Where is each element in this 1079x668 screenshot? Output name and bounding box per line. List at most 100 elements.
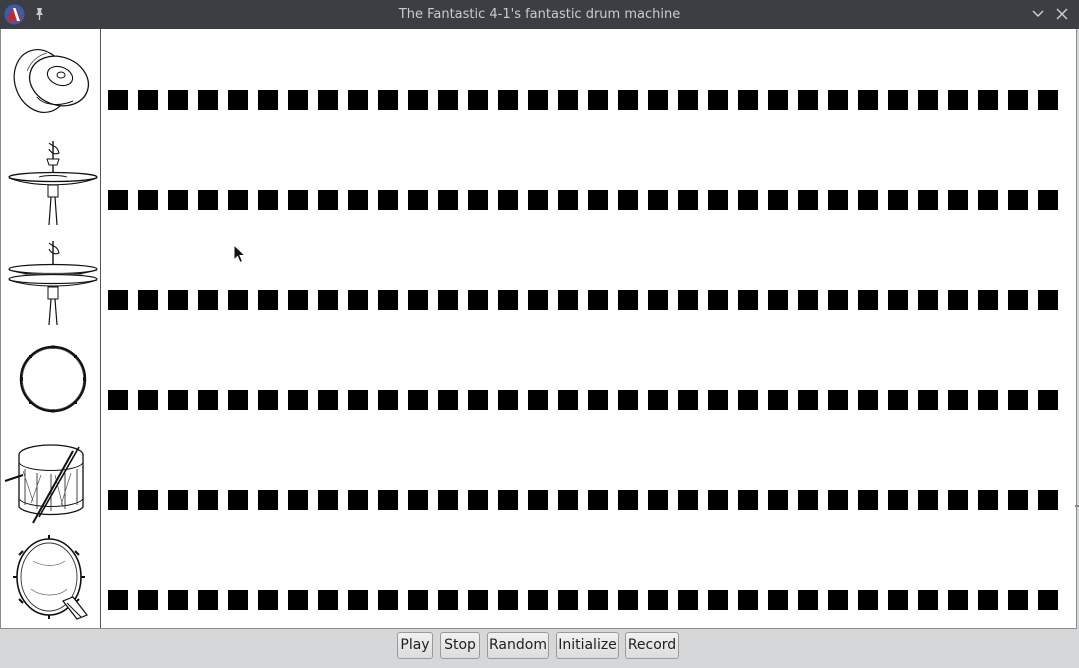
step-cell[interactable] (588, 490, 608, 510)
step-cell[interactable] (438, 90, 458, 110)
step-cell[interactable] (918, 590, 938, 610)
step-cell[interactable] (288, 590, 308, 610)
step-cell[interactable] (948, 490, 968, 510)
step-cell[interactable] (588, 390, 608, 410)
step-cell[interactable] (588, 290, 608, 310)
step-cell[interactable] (738, 90, 758, 110)
step-cell[interactable] (888, 490, 908, 510)
step-cell[interactable] (948, 290, 968, 310)
step-cell[interactable] (618, 590, 638, 610)
step-cell[interactable] (438, 490, 458, 510)
step-cell[interactable] (108, 190, 128, 210)
step-cell[interactable] (228, 290, 248, 310)
step-cell[interactable] (978, 90, 998, 110)
random-button[interactable]: Random (487, 632, 549, 659)
step-cell[interactable] (1038, 390, 1058, 410)
step-cell[interactable] (348, 190, 368, 210)
step-cell[interactable] (588, 90, 608, 110)
step-cell[interactable] (618, 490, 638, 510)
step-cell[interactable] (798, 590, 818, 610)
step-cell[interactable] (318, 290, 338, 310)
step-cell[interactable] (168, 390, 188, 410)
step-cell[interactable] (618, 290, 638, 310)
step-cell[interactable] (108, 390, 128, 410)
step-cell[interactable] (348, 490, 368, 510)
step-cell[interactable] (318, 90, 338, 110)
step-cell[interactable] (528, 190, 548, 210)
step-cell[interactable] (108, 290, 128, 310)
step-cell[interactable] (588, 190, 608, 210)
step-cell[interactable] (858, 390, 878, 410)
step-cell[interactable] (318, 490, 338, 510)
step-cell[interactable] (408, 490, 428, 510)
step-cell[interactable] (288, 290, 308, 310)
step-cell[interactable] (228, 390, 248, 410)
step-cell[interactable] (1008, 590, 1028, 610)
step-cell[interactable] (138, 290, 158, 310)
step-cell[interactable] (978, 190, 998, 210)
step-cell[interactable] (768, 290, 788, 310)
step-cell[interactable] (858, 190, 878, 210)
step-cell[interactable] (768, 390, 788, 410)
step-cell[interactable] (168, 290, 188, 310)
step-cell[interactable] (408, 90, 428, 110)
step-cell[interactable] (1038, 190, 1058, 210)
step-cell[interactable] (258, 590, 278, 610)
step-cell[interactable] (438, 290, 458, 310)
step-cell[interactable] (768, 490, 788, 510)
step-cell[interactable] (558, 590, 578, 610)
step-cell[interactable] (588, 590, 608, 610)
play-button[interactable]: Play (397, 632, 433, 659)
step-cell[interactable] (138, 490, 158, 510)
step-cell[interactable] (678, 90, 698, 110)
step-cell[interactable] (948, 390, 968, 410)
step-cell[interactable] (1008, 90, 1028, 110)
step-cell[interactable] (1038, 290, 1058, 310)
close-icon[interactable] (1055, 7, 1069, 21)
step-cell[interactable] (558, 90, 578, 110)
step-cell[interactable] (228, 90, 248, 110)
step-cell[interactable] (768, 190, 788, 210)
step-cell[interactable] (408, 190, 428, 210)
step-cell[interactable] (798, 290, 818, 310)
step-cell[interactable] (498, 390, 518, 410)
step-cell[interactable] (648, 390, 668, 410)
step-cell[interactable] (498, 490, 518, 510)
step-cell[interactable] (558, 390, 578, 410)
step-cell[interactable] (1008, 290, 1028, 310)
step-cell[interactable] (408, 590, 428, 610)
step-cell[interactable] (738, 390, 758, 410)
step-cell[interactable] (618, 190, 638, 210)
step-cell[interactable] (858, 90, 878, 110)
step-cell[interactable] (678, 590, 698, 610)
step-cell[interactable] (768, 90, 788, 110)
record-button[interactable]: Record (625, 632, 679, 659)
step-cell[interactable] (228, 590, 248, 610)
step-cell[interactable] (288, 390, 308, 410)
step-cell[interactable] (498, 190, 518, 210)
step-cell[interactable] (678, 390, 698, 410)
step-cell[interactable] (198, 90, 218, 110)
step-cell[interactable] (198, 390, 218, 410)
step-cell[interactable] (978, 490, 998, 510)
stop-button[interactable]: Stop (440, 632, 480, 659)
step-cell[interactable] (888, 90, 908, 110)
step-cell[interactable] (528, 90, 548, 110)
step-cell[interactable] (198, 190, 218, 210)
step-cell[interactable] (318, 190, 338, 210)
step-cell[interactable] (918, 390, 938, 410)
step-cell[interactable] (498, 90, 518, 110)
step-cell[interactable] (288, 490, 308, 510)
step-cell[interactable] (708, 190, 728, 210)
step-cell[interactable] (438, 590, 458, 610)
step-cell[interactable] (108, 90, 128, 110)
step-cell[interactable] (408, 390, 428, 410)
step-cell[interactable] (798, 190, 818, 210)
step-cell[interactable] (258, 290, 278, 310)
step-cell[interactable] (108, 490, 128, 510)
step-cell[interactable] (738, 190, 758, 210)
step-cell[interactable] (918, 190, 938, 210)
step-cell[interactable] (468, 90, 488, 110)
step-cell[interactable] (978, 590, 998, 610)
step-cell[interactable] (978, 390, 998, 410)
